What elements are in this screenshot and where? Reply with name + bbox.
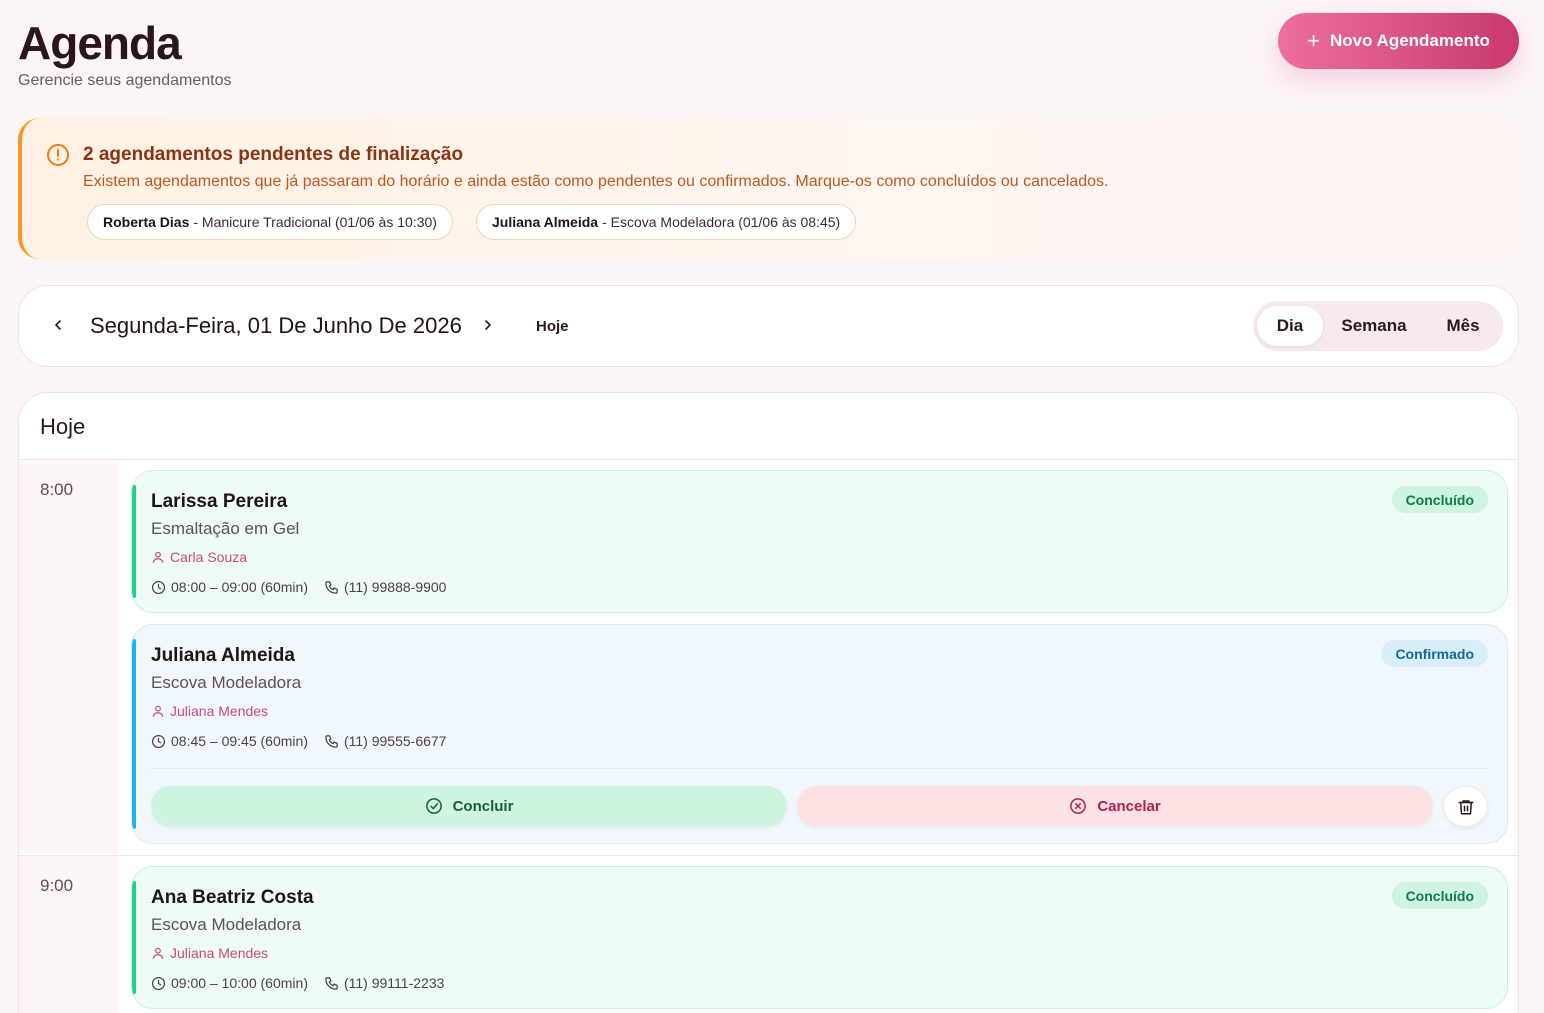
time-column	[19, 460, 119, 854]
service-name: Escova Modeladora	[151, 915, 302, 934]
view-month-tab[interactable]: Mês	[1429, 306, 1497, 346]
pending-chip[interactable]: Roberta Dias - Manicure Tradicional (01/…	[87, 204, 453, 240]
client-name: Ana Beatriz Costa	[151, 887, 314, 908]
view-week-tab[interactable]: Semana	[1329, 306, 1419, 346]
service-name: Esmaltação em Gel	[151, 519, 300, 538]
user-icon	[152, 947, 164, 959]
cancel-label: Cancelar	[1097, 797, 1161, 815]
clock-icon	[151, 976, 166, 990]
phone-number: (11) 99111-2233	[343, 975, 445, 991]
service-name: Escova Modeladora	[151, 673, 302, 692]
clock-icon	[151, 734, 166, 748]
pending-alert: 2 agendamentos pendentes de finalização …	[18, 118, 1518, 259]
complete-label: Concluir	[452, 797, 514, 815]
page-title: Agenda	[18, 17, 182, 69]
next-day-button[interactable]	[476, 313, 500, 337]
professional: Juliana Mendes	[151, 703, 268, 719]
complete-button[interactable]: Concluir	[151, 786, 787, 826]
appointment-meta: 08:45 – 09:45 (60min) (11) 99555-6677	[151, 733, 462, 749]
alert-circle-icon	[47, 144, 69, 166]
client-name: Juliana Almeida	[151, 645, 295, 666]
appointment-meta: 09:00 – 10:00 (60min) (11) 99111-2233	[151, 975, 460, 991]
appointment-card[interactable]: Juliana Almeida Escova Modeladora Julian…	[131, 624, 1508, 844]
status-badge: Confirmado	[1381, 640, 1488, 667]
time-range: 08:00 – 09:00 (60min)	[171, 579, 308, 595]
time-slot-label: 8:00	[40, 480, 74, 499]
alert-description: Existem agendamentos que já passaram do …	[83, 173, 1109, 190]
clock-icon	[151, 580, 166, 594]
professional-name: Carla Souza	[170, 549, 248, 565]
pending-chip-client: Roberta Dias	[103, 214, 190, 230]
pending-chip[interactable]: Juliana Almeida - Escova Modeladora (01/…	[476, 204, 857, 240]
page-subtitle: Gerencie seus agendamentos	[18, 72, 232, 89]
status-badge: Concluído	[1391, 486, 1488, 513]
today-button[interactable]: Hoje	[536, 318, 569, 335]
schedule-title: Hoje	[40, 414, 86, 439]
previous-day-button[interactable]	[46, 313, 70, 337]
plus-icon: +	[1307, 28, 1320, 53]
day-schedule: Hoje 8:00 Larissa Pereira Esmaltação em …	[18, 392, 1519, 1013]
professional-name: Juliana Mendes	[170, 945, 269, 961]
current-date: Segunda-Feira, 01 De Junho De 2026	[90, 313, 462, 338]
phone-icon	[325, 734, 338, 748]
status-bar	[132, 639, 136, 829]
cancel-button[interactable]: Cancelar	[797, 786, 1433, 826]
new-appointment-button[interactable]: + Novo Agendamento	[1278, 13, 1519, 69]
time-slot-label: 9:00	[40, 876, 74, 895]
divider	[19, 459, 1518, 460]
client-name: Larissa Pereira	[151, 491, 288, 512]
view-day-tab[interactable]: Dia	[1257, 306, 1323, 346]
appointment-card[interactable]: Larissa Pereira Esmaltação em Gel Carla …	[131, 470, 1508, 613]
phone-icon	[325, 580, 338, 594]
user-icon	[152, 705, 164, 717]
status-badge: Concluído	[1391, 882, 1488, 909]
appointment-meta: 08:00 – 09:00 (60min) (11) 99888-9900	[151, 579, 462, 595]
chevron-right-icon	[485, 320, 491, 330]
status-bar	[132, 881, 136, 994]
appointment-card[interactable]: Ana Beatriz Costa Escova Modeladora Juli…	[131, 866, 1508, 1009]
user-icon	[152, 551, 164, 563]
new-appointment-label: Novo Agendamento	[1329, 31, 1490, 50]
pending-chip-client: Juliana Almeida	[492, 214, 599, 230]
divider	[151, 768, 1488, 769]
check-circle-icon	[425, 798, 442, 814]
chevron-left-icon	[55, 320, 61, 330]
view-toggle: Dia Semana Mês	[1253, 301, 1503, 351]
professional: Carla Souza	[151, 549, 247, 565]
phone-number: (11) 99555-6677	[343, 733, 447, 749]
professional: Juliana Mendes	[151, 945, 268, 961]
status-bar	[132, 485, 136, 598]
date-navigation: Segunda-Feira, 01 De Junho De 2026 Hoje …	[18, 285, 1519, 367]
alert-title: 2 agendamentos pendentes de finalização	[83, 144, 464, 165]
time-range: 09:00 – 10:00 (60min)	[171, 975, 308, 991]
pending-chip-details: - Escova Modeladora (01/06 às 08:45)	[602, 214, 841, 230]
phone-icon	[325, 976, 338, 990]
divider	[19, 855, 1518, 856]
trash-icon	[1458, 799, 1473, 814]
phone-number: (11) 99888-9900	[343, 579, 447, 595]
agenda-page: Agenda Gerencie seus agendamentos + Novo…	[0, 0, 1544, 1013]
pending-chip-details: - Manicure Tradicional (01/06 às 10:30)	[193, 214, 437, 230]
professional-name: Juliana Mendes	[170, 703, 269, 719]
delete-button[interactable]	[1443, 786, 1488, 827]
x-circle-icon	[1070, 798, 1087, 814]
time-range: 08:45 – 09:45 (60min)	[171, 733, 308, 749]
